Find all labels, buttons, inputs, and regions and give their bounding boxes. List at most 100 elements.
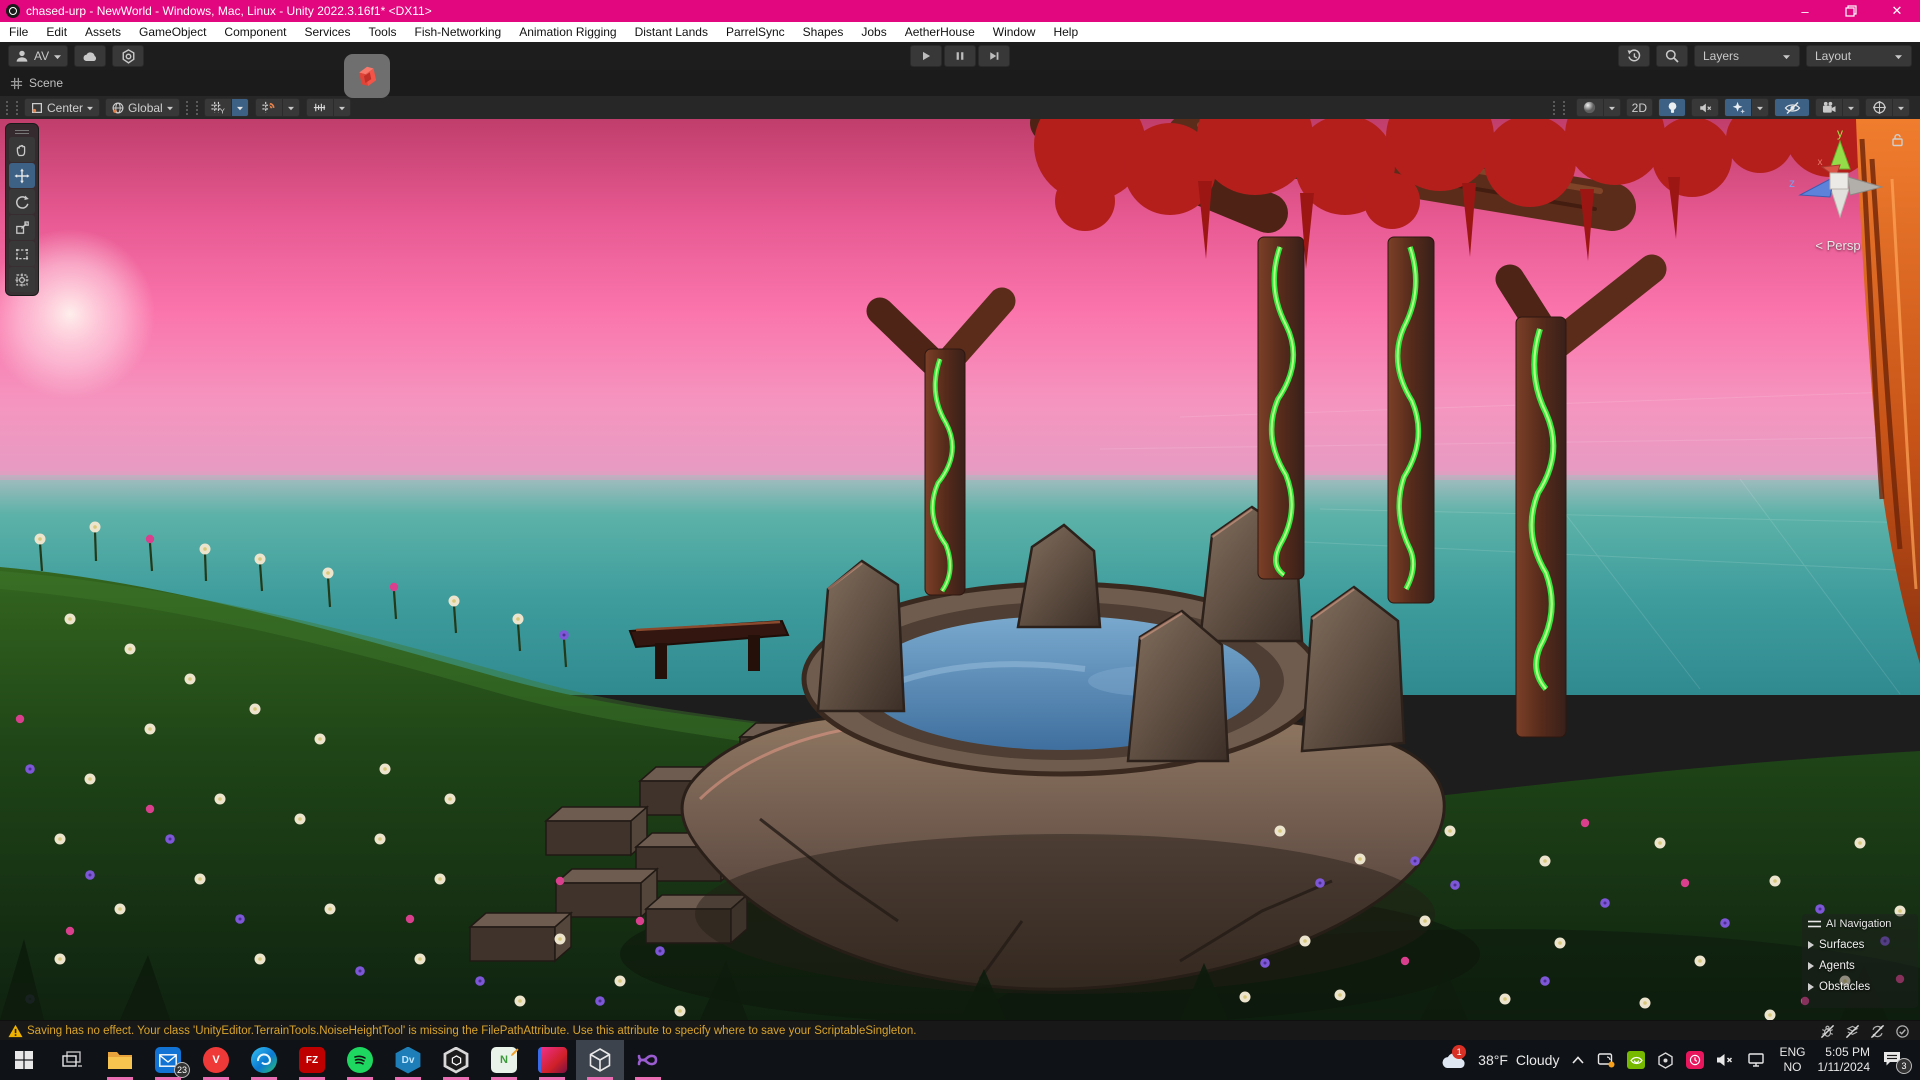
menu-component[interactable]: Component <box>215 22 295 42</box>
ai-nav-surfaces[interactable]: Surfaces <box>1808 939 1914 951</box>
ai-nav-agents[interactable]: Agents <box>1808 960 1914 972</box>
draw-mode-dropdown[interactable] <box>1603 98 1621 117</box>
draw-mode-button[interactable] <box>1576 98 1603 117</box>
account-dropdown[interactable]: AV <box>8 45 68 67</box>
camera-settings-button[interactable] <box>1815 98 1842 117</box>
settings-button[interactable] <box>112 45 144 67</box>
ai-nav-obstacles[interactable]: Obstacles <box>1808 981 1914 993</box>
grid-snapping-toggle[interactable] <box>255 98 282 117</box>
toolbar-drag-handle[interactable] <box>1553 101 1565 115</box>
menu-shapes[interactable]: Shapes <box>794 22 853 42</box>
scene-viewport[interactable]: y z x < Persp <box>0 119 1920 1020</box>
tool-handle-rotation-dropdown[interactable]: Global <box>105 98 180 117</box>
scene-lighting-toggle[interactable] <box>1658 98 1686 117</box>
2d-mode-toggle[interactable]: 2D <box>1626 98 1653 117</box>
taskbar-icon-spotify[interactable] <box>336 1040 384 1080</box>
cache-disabled-icon[interactable] <box>1845 1024 1860 1039</box>
play-icon <box>920 50 932 62</box>
view-tool-button[interactable] <box>9 137 35 162</box>
tray-clock-app-icon[interactable] <box>1686 1051 1704 1069</box>
menu-jobs[interactable]: Jobs <box>852 22 895 42</box>
snap-increment-dropdown[interactable] <box>333 98 351 117</box>
taskbar-icon-unity-editor[interactable] <box>576 1040 624 1080</box>
layers-dropdown[interactable]: Layers <box>1694 45 1800 67</box>
taskbar-icon-vivaldi[interactable]: V <box>192 1040 240 1080</box>
layout-dropdown[interactable]: Layout <box>1806 45 1912 67</box>
menu-animation-rigging[interactable]: Animation Rigging <box>510 22 625 42</box>
taskbar-icon-notepadpp[interactable]: N <box>480 1040 528 1080</box>
grid-visibility-dropdown[interactable] <box>231 98 249 117</box>
task-view-button[interactable] <box>48 1040 96 1080</box>
taskbar-icon-davinci[interactable]: Dv <box>384 1040 432 1080</box>
rotate-tool-button[interactable] <box>9 189 35 214</box>
pause-button[interactable] <box>944 45 976 67</box>
tray-network-icon[interactable] <box>1747 1052 1767 1068</box>
close-button[interactable]: ✕ <box>1874 0 1920 22</box>
search-button[interactable] <box>1656 45 1688 67</box>
taskbar-icon-mail[interactable]: 23 <box>144 1040 192 1080</box>
taskbar-icon-filezilla[interactable]: FZ <box>288 1040 336 1080</box>
menu-services[interactable]: Services <box>295 22 359 42</box>
tray-capture-icon[interactable] <box>1597 1052 1615 1068</box>
gizmos-dropdown[interactable] <box>1892 98 1910 117</box>
tray-volume-muted-icon[interactable] <box>1716 1052 1735 1068</box>
menu-window[interactable]: Window <box>984 22 1045 42</box>
tray-expand-chevron-icon[interactable] <box>1571 1055 1585 1065</box>
overlay-drag-handle[interactable] <box>6 124 38 136</box>
tray-hexagon-app-icon[interactable] <box>1657 1052 1674 1069</box>
gizmos-toggle[interactable] <box>1865 98 1892 117</box>
menu-tools[interactable]: Tools <box>359 22 405 42</box>
start-button[interactable] <box>0 1040 48 1080</box>
clock-widget[interactable]: 5:05 PM 1/11/2024 <box>1818 1045 1871 1075</box>
menu-aetherhouse[interactable]: AetherHouse <box>896 22 984 42</box>
floating-tool-button[interactable] <box>344 54 390 98</box>
taskbar-icon-edge[interactable] <box>240 1040 288 1080</box>
restore-button[interactable] <box>1828 0 1874 22</box>
grid-snapping-dropdown[interactable] <box>282 98 300 117</box>
console-warning-message[interactable]: Saving has no effect. Your class 'UnityE… <box>27 1025 917 1037</box>
menu-assets[interactable]: Assets <box>76 22 130 42</box>
grid-visibility-toggle[interactable]: Y <box>204 98 231 117</box>
debugger-disabled-icon[interactable] <box>1820 1024 1835 1039</box>
menu-distant-lands[interactable]: Distant Lands <box>626 22 717 42</box>
tab-scene[interactable]: Scene <box>0 70 75 96</box>
transform-tool-button[interactable] <box>9 267 35 292</box>
chevron-down-icon <box>338 105 346 111</box>
minimize-button[interactable]: – <box>1782 0 1828 22</box>
menu-gameobject[interactable]: GameObject <box>130 22 215 42</box>
tool-handle-position-dropdown[interactable]: Center <box>24 98 100 117</box>
hidden-objects-toggle[interactable] <box>1774 98 1810 117</box>
notification-center-button[interactable]: 3 <box>1882 1050 1912 1071</box>
menu-file[interactable]: File <box>0 22 37 42</box>
weather-widget[interactable]: 1 38°F Cloudy <box>1440 1049 1559 1071</box>
menu-parrelsync[interactable]: ParrelSync <box>717 22 794 42</box>
menu-edit[interactable]: Edit <box>37 22 76 42</box>
taskbar-icon-visual-studio[interactable] <box>624 1040 672 1080</box>
progress-idle-icon[interactable] <box>1895 1024 1910 1039</box>
scene-audio-toggle[interactable] <box>1691 98 1719 117</box>
effects-dropdown[interactable] <box>1751 98 1769 117</box>
language-indicator[interactable]: ENG NO <box>1779 1045 1805 1075</box>
menu-fish-networking[interactable]: Fish-Networking <box>405 22 510 42</box>
play-button[interactable] <box>910 45 942 67</box>
scale-tool-button[interactable] <box>9 215 35 240</box>
menu-help[interactable]: Help <box>1044 22 1087 42</box>
move-tool-button[interactable] <box>9 163 35 188</box>
taskbar-icon-hexagon-cube-app[interactable] <box>432 1040 480 1080</box>
tray-nvidia-icon[interactable] <box>1627 1051 1645 1069</box>
cloud-services-button[interactable] <box>74 45 106 67</box>
snap-increment-button[interactable] <box>306 98 333 117</box>
gizmo-lock-icon[interactable] <box>1891 133 1904 152</box>
toolbar-drag-handle[interactable] <box>6 101 18 115</box>
taskbar-icon-rider[interactable] <box>528 1040 576 1080</box>
camera-settings-dropdown[interactable] <box>1842 98 1860 117</box>
taskbar-icon-file-explorer[interactable] <box>96 1040 144 1080</box>
step-button[interactable] <box>978 45 1010 67</box>
hamburger-icon[interactable] <box>1808 920 1821 929</box>
undo-history-button[interactable] <box>1618 45 1650 67</box>
projection-mode-label[interactable]: < Persp <box>1815 238 1860 253</box>
rect-tool-button[interactable] <box>9 241 35 266</box>
auto-refresh-disabled-icon[interactable] <box>1870 1024 1885 1039</box>
effects-toggle[interactable] <box>1724 98 1751 117</box>
scene-orientation-gizmo[interactable]: y z x < Persp <box>1778 125 1898 253</box>
